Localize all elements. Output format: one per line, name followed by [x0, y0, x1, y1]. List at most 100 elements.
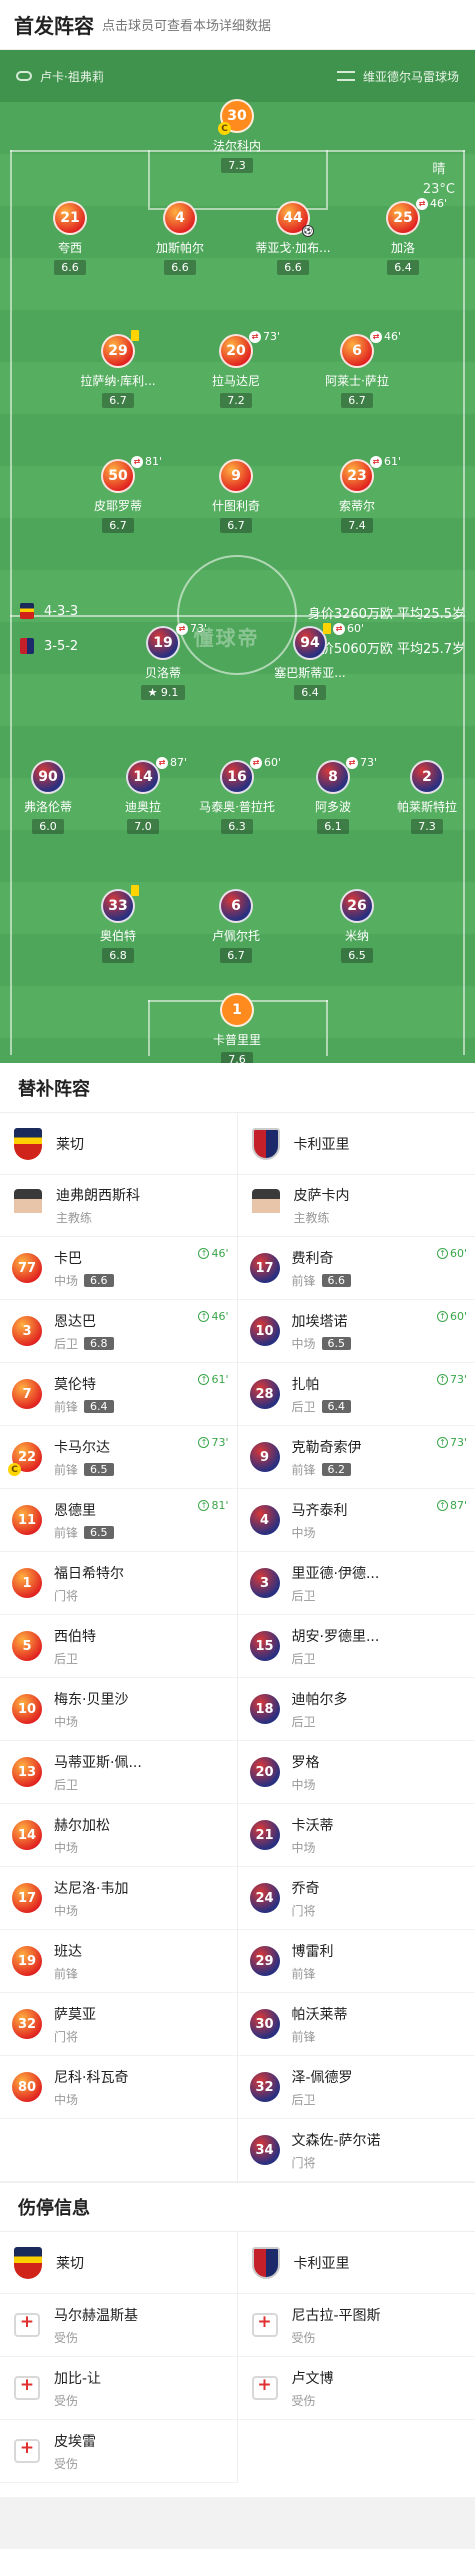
lecce-formation-text: 4-3-3: [44, 603, 79, 619]
sub-player-row[interactable]: 34 文森佐-萨尔诺 门将: [237, 2119, 475, 2182]
player-number: 90: [31, 760, 65, 794]
sub-player-row[interactable]: 10 加埃塔诺 中场 6.5 ↑ 60': [237, 1300, 475, 1363]
pitch-player[interactable]: 44 ⚽ 蒂亚戈·加布... 6.6: [238, 201, 348, 275]
coach-avatar: [14, 1188, 42, 1223]
sub-player-meta: 门将: [292, 1902, 320, 1919]
player-number-circle: 24: [249, 1883, 280, 1913]
pitch-player[interactable]: 9 什图利奇 6.7: [181, 459, 291, 533]
sub-player-row[interactable]: 21 卡沃蒂 中场: [237, 1804, 475, 1867]
sub-player-row[interactable]: 17 费利奇 前锋 6.6 ↑ 60': [237, 1237, 475, 1300]
home-team-row[interactable]: 莱切: [0, 1113, 237, 1175]
injury-row[interactable]: 卢文博受伤: [237, 2357, 475, 2420]
sub-player-row[interactable]: 13 马蒂亚斯·佩... 后卫: [0, 1741, 237, 1804]
medical-kit-icon: [251, 2375, 278, 2400]
sub-player-name: 莫伦特: [54, 1376, 96, 1393]
sub-player-meta: 前锋 6.5: [54, 1524, 114, 1541]
injuries-table: 莱切 马尔赫温斯基受伤加比-让受伤皮埃雷受伤 卡利亚里 尼古拉-平图斯受伤卢文博…: [0, 2232, 475, 2483]
pitch-player[interactable]: 94 ⇄ 60' 塞巴斯蒂亚... 6.4: [255, 622, 365, 700]
injury-home-team-row[interactable]: 莱切: [0, 2232, 237, 2294]
sub-player-name: 卡巴: [54, 1250, 82, 1267]
player-number-circle: 7: [12, 1379, 42, 1409]
medical-kit-icon: [14, 2312, 40, 2337]
pitch-player[interactable]: 4 加斯帕尔 6.6: [125, 201, 235, 275]
sub-in-arrow-icon: ↑: [198, 1311, 210, 1322]
sub-player-row[interactable]: 30 帕沃莱蒂 前锋: [237, 1993, 475, 2056]
pitch-player[interactable]: 21 夸西 6.6: [15, 201, 125, 275]
sub-player-row[interactable]: 22 C 卡马尔达 前锋 6.5 ↑ 73': [0, 1426, 237, 1489]
sub-player-row[interactable]: 4 马齐泰利 中场 ↑ 87': [237, 1489, 475, 1552]
injury-row[interactable]: 马尔赫温斯基受伤: [0, 2294, 237, 2357]
player-name: 拉萨纳·库利...: [80, 374, 156, 388]
player-number-circle: 10: [12, 1694, 42, 1724]
sub-player-row[interactable]: 19 班达 前锋: [0, 1930, 237, 1993]
sub-player-position: 后卫: [291, 1651, 316, 1666]
player-number-circle: 19: [12, 1946, 42, 1976]
pitch-player[interactable]: 1 卡普里里 7.6: [182, 993, 292, 1063]
pitch-player[interactable]: 29 拉萨纳·库利... 6.7: [63, 330, 173, 408]
injury-row[interactable]: 尼古拉-平图斯受伤: [237, 2294, 475, 2357]
sub-player-meta: 中场: [54, 1839, 110, 1856]
cagliari-formation-text: 3-5-2: [44, 638, 79, 654]
sub-player-row[interactable]: 32 泽-佩德罗 后卫: [237, 2056, 475, 2119]
sub-player-row[interactable]: 11 恩德里 前锋 6.5 ↑ 81': [0, 1489, 237, 1552]
sub-player-row[interactable]: 28 扎帕 后卫 6.4 ↑ 73': [237, 1363, 475, 1426]
pitch-player[interactable]: 16 ⇄ 60' 马泰奥·普拉托 6.3: [182, 756, 292, 834]
pitch-player[interactable]: 19 ⇄ 73' 贝洛蒂 ★ 9.1: [108, 622, 218, 700]
lecce-badge-icon: [20, 603, 34, 619]
away-team-row[interactable]: 卡利亚里: [237, 1113, 475, 1175]
sub-player-row[interactable]: 5 西伯特 后卫: [0, 1615, 237, 1678]
pitch-player[interactable]: 25 ⇄ 46' 加洛 6.4: [348, 197, 458, 275]
pitch-player[interactable]: 23 ⇄ 61' 索蒂尔 7.4: [302, 455, 412, 533]
injuries-away-column: 卡利亚里 尼古拉-平图斯受伤卢文博受伤: [237, 2232, 475, 2483]
sub-player-name: 福日希特尔: [54, 1565, 124, 1582]
sub-player-row[interactable]: 18 迪帕尔多 后卫: [237, 1678, 475, 1741]
player-rating: 7.0: [127, 819, 159, 834]
sub-player-info: 尼科·科瓦奇 中场: [54, 2067, 128, 2108]
sub-in-arrow-icon: ↑: [436, 1311, 448, 1322]
sub-player-position: 中场: [291, 1777, 316, 1792]
sub-player-info: 西伯特 后卫: [54, 1626, 96, 1667]
player-name: 加洛: [390, 241, 415, 255]
pitch-player[interactable]: 2 帕莱斯特拉 7.3: [372, 760, 475, 834]
sub-player-row[interactable]: 9 克勒奇索伊 前锋 6.2 ↑ 73': [237, 1426, 475, 1489]
sub-player-name: 恩德里: [54, 1502, 96, 1519]
pitch-player[interactable]: 50 ⇄ 81' 皮耶罗蒂 6.7: [63, 455, 173, 533]
sub-player-info: 里亚德·伊德... 后卫: [292, 1563, 380, 1604]
sub-player-row[interactable]: 77 卡巴 中场 6.6 ↑ 46': [0, 1237, 237, 1300]
pitch-player[interactable]: 20 ⇄ 73' 拉马达尼 7.2: [181, 330, 291, 408]
player-number-circle: 3: [12, 1316, 42, 1346]
page-subtitle: 点击球员可查看本场详细数据: [102, 19, 272, 34]
pitch-player[interactable]: 30 C 法尔科内 7.3: [182, 99, 292, 173]
sub-player-name: 帕沃莱蒂: [291, 2006, 348, 2023]
sub-player-row[interactable]: 3 里亚德·伊德... 后卫: [237, 1552, 475, 1615]
pitch-player[interactable]: 6 卢佩尔托 6.7: [181, 889, 291, 963]
pitch-player[interactable]: 33 奥伯特 6.8: [63, 885, 173, 963]
sub-player-meta: 门将: [54, 2028, 96, 2045]
pitch-player[interactable]: 26 米纳 6.5: [302, 889, 412, 963]
injuries-home-column: 莱切 马尔赫温斯基受伤加比-让受伤皮埃雷受伤: [0, 2232, 238, 2483]
injury-row[interactable]: 加比-让受伤: [0, 2357, 237, 2420]
sub-player-row[interactable]: 20 罗格 中场: [237, 1741, 475, 1804]
sub-player-row[interactable]: 24 乔奇 门将: [237, 1867, 475, 1930]
sub-player-row[interactable]: 17 达尼洛·韦加 中场: [0, 1867, 237, 1930]
sub-player-row[interactable]: 1 福日希特尔 门将: [0, 1552, 237, 1615]
home-coach[interactable]: 迪弗朗西斯科 主教练: [0, 1175, 237, 1237]
player-number-circle: 9: [249, 1442, 280, 1472]
sub-player-row[interactable]: 3 恩达巴 后卫 6.8 ↑ 46': [0, 1300, 237, 1363]
injury-away-team-row[interactable]: 卡利亚里: [237, 2232, 475, 2294]
injury-row[interactable]: 皮埃雷受伤: [0, 2420, 237, 2483]
sub-player-row[interactable]: 7 莫伦特 前锋 6.4 ↑ 61': [0, 1363, 237, 1426]
pitch-player[interactable]: 6 ⇄ 46' 阿莱士·萨拉 6.7: [302, 330, 412, 408]
sub-player-row[interactable]: 32 萨莫亚 门将: [0, 1993, 237, 2056]
coach-avatar: [251, 1188, 280, 1223]
sub-player-row[interactable]: 14 赫尔加松 中场: [0, 1804, 237, 1867]
player-number: 33: [101, 889, 135, 923]
sub-player-row[interactable]: 29 博雷利 前锋: [237, 1930, 475, 1993]
player-number: 25: [386, 201, 420, 235]
player-events: ⇄ 61': [370, 455, 401, 468]
player-rating: 6.3: [221, 819, 253, 834]
sub-player-row[interactable]: 80 尼科·科瓦奇 中场: [0, 2056, 237, 2119]
sub-player-row[interactable]: 10 梅东·贝里沙 中场: [0, 1678, 237, 1741]
sub-player-row[interactable]: 15 胡安·罗德里... 后卫: [237, 1615, 475, 1678]
away-coach[interactable]: 皮萨卡内 主教练: [237, 1175, 475, 1237]
